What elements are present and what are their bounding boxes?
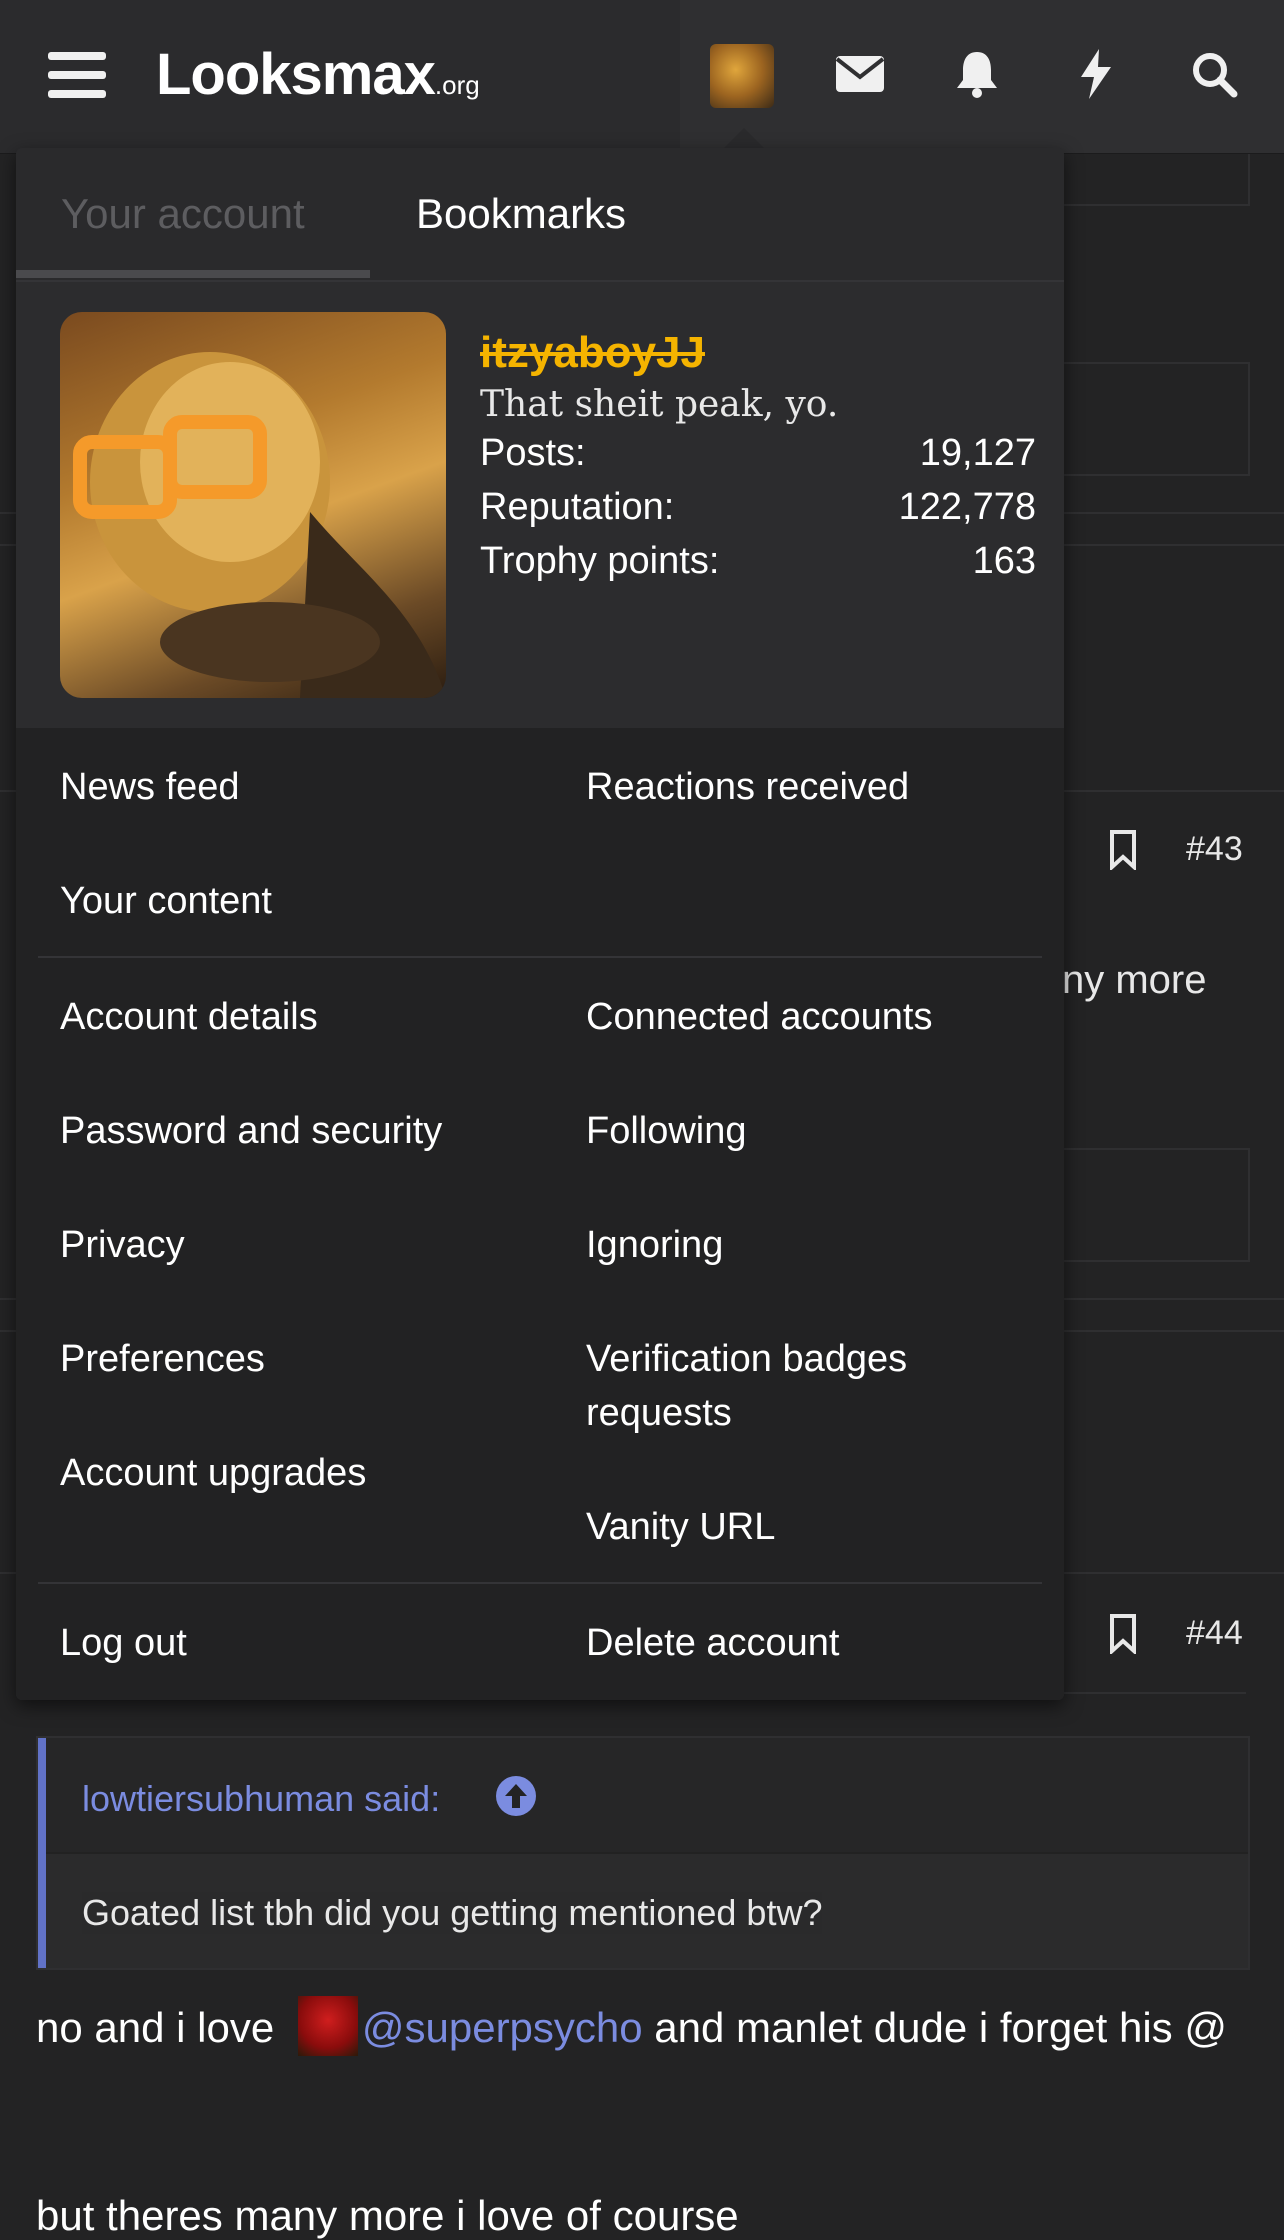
profile-card: itzyaboyJJ That sheit peak, yo. Posts: 1… (16, 282, 1064, 728)
stat-trophy-points: Trophy points: 163 (480, 540, 1036, 583)
menu-ignoring[interactable]: Ignoring (586, 1218, 723, 1272)
arrow-up-icon[interactable] (496, 1776, 536, 1816)
account-dropdown: Your account Bookmarks itzyaboyJJ That s… (16, 148, 1064, 1700)
top-navbar: Looksmax.org (0, 0, 1284, 154)
tab-bookmarks[interactable]: Bookmarks (416, 190, 626, 238)
post-number-43[interactable]: #43 (1186, 830, 1243, 869)
quote-author[interactable]: lowtiersubhuman said: (82, 1778, 440, 1820)
stat-label: Trophy points: (480, 540, 720, 582)
stat-value: 122,778 (898, 486, 1036, 528)
menu-log-out[interactable]: Log out (60, 1616, 187, 1670)
bg-box (1060, 150, 1250, 206)
post-body-line2: but theres many more i love of course (36, 2192, 739, 2239)
stat-reputation: Reputation: 122,778 (480, 486, 1036, 529)
menu-icon[interactable] (48, 52, 106, 102)
menu-reactions-received[interactable]: Reactions received (586, 760, 909, 814)
profile-avatar[interactable] (60, 312, 446, 698)
bookmark-icon[interactable] (1108, 1614, 1138, 1654)
profile-username[interactable]: itzyaboyJJ (480, 328, 705, 378)
stat-posts: Posts: 19,127 (480, 432, 1036, 475)
account-avatar-button[interactable] (710, 44, 774, 108)
post-text-partial: ny more (1062, 958, 1207, 1002)
account-menu-list: News feed Reactions received Your conten… (16, 728, 1064, 1700)
menu-verification-badges[interactable]: Verification badges requests (586, 1332, 966, 1440)
reply-text: and manlet dude i forget his @ (642, 2004, 1227, 2051)
menu-following[interactable]: Following (586, 1104, 747, 1158)
menu-connected-accounts[interactable]: Connected accounts (586, 990, 932, 1044)
stat-label: Reputation: (480, 486, 675, 528)
post-body: no and i love @superpsycho and manlet du… (36, 1996, 1246, 2058)
menu-divider (38, 1582, 1042, 1584)
quote-accent-bar (38, 1738, 46, 1968)
dropdown-tabs: Your account Bookmarks (16, 148, 1064, 282)
menu-privacy[interactable]: Privacy (60, 1218, 185, 1272)
menu-password-security[interactable]: Password and security (60, 1104, 442, 1158)
menu-vanity-url[interactable]: Vanity URL (586, 1500, 775, 1554)
bolt-icon[interactable] (1064, 42, 1128, 106)
menu-delete-account[interactable]: Delete account (586, 1616, 840, 1670)
menu-account-details[interactable]: Account details (60, 990, 318, 1044)
stat-label: Posts: (480, 432, 586, 474)
search-icon[interactable] (1182, 42, 1246, 106)
bg-box (1060, 1148, 1250, 1262)
tab-your-account[interactable]: Your account (61, 190, 305, 238)
bookmark-icon[interactable] (1108, 830, 1138, 870)
mention-link[interactable]: @superpsycho (362, 2004, 643, 2051)
logo-text: Looksmax (156, 42, 436, 107)
mention-avatar (297, 1996, 358, 2056)
quote-body: Goated list tbh did you getting mentione… (82, 1892, 823, 1934)
reply-text: no and i love (36, 2004, 286, 2051)
menu-divider (38, 956, 1042, 958)
logo-suffix: .org (434, 70, 480, 100)
post-number-44[interactable]: #44 (1186, 1614, 1243, 1653)
bg-box (1060, 362, 1250, 476)
menu-account-upgrades[interactable]: Account upgrades (60, 1446, 366, 1500)
site-logo[interactable]: Looksmax.org (156, 40, 480, 120)
tab-underline (16, 270, 370, 278)
bell-icon[interactable] (945, 42, 1009, 106)
envelope-icon[interactable] (828, 42, 892, 106)
menu-your-content[interactable]: Your content (60, 874, 272, 928)
menu-preferences[interactable]: Preferences (60, 1332, 265, 1386)
menu-news-feed[interactable]: News feed (60, 760, 240, 814)
stat-value: 163 (972, 540, 1036, 582)
dropdown-caret (724, 128, 764, 148)
profile-tagline: That sheit peak, yo. (480, 384, 839, 425)
stat-value: 19,127 (919, 432, 1036, 474)
post-quote: lowtiersubhuman said: Goated list tbh di… (36, 1736, 1250, 1970)
